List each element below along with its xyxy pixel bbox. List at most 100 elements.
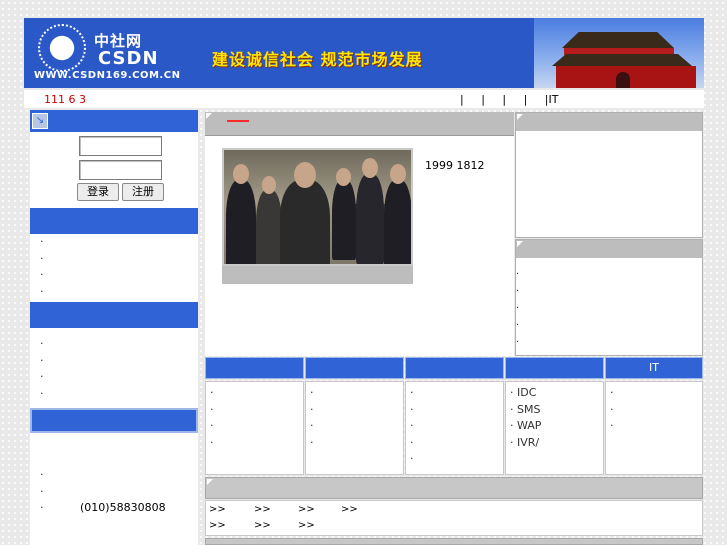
column-header-4[interactable] <box>505 357 604 379</box>
list-item[interactable]: · <box>406 435 503 452</box>
list-item-sms[interactable]: · SMS <box>506 402 603 419</box>
logo-english-text: CSDN <box>98 48 159 69</box>
bottom-links-panel: >> >> >> >> >> >> >> <box>205 500 703 536</box>
list-item[interactable]: · <box>206 402 303 419</box>
photo-person <box>384 180 411 264</box>
list-item[interactable]: · <box>306 435 403 452</box>
list-item[interactable]: · <box>40 353 44 370</box>
more-link[interactable]: >> <box>341 504 358 515</box>
photo-head <box>362 158 378 178</box>
header-banner: 中社网 CSDN WWW.CSDN169.COM.CN 建设诚信社会 规范市场发… <box>24 18 704 88</box>
more-link[interactable]: >> <box>298 520 315 531</box>
list-item[interactable]: · <box>606 402 702 419</box>
list-item[interactable]: · <box>516 300 519 317</box>
sidebar-list-3: · · · <box>40 467 44 517</box>
feature-text: 1999 1812 <box>425 159 485 172</box>
list-item-wap[interactable]: · WAP <box>506 418 603 435</box>
list-item[interactable]: · <box>406 451 503 468</box>
photo-person <box>256 190 282 264</box>
contact-phone: (010)58830808 <box>80 501 166 514</box>
more-link[interactable]: >> <box>254 520 271 531</box>
list-item[interactable]: · <box>306 402 403 419</box>
more-link[interactable]: >> <box>209 520 226 531</box>
column-body-3: · · · · · <box>405 381 504 475</box>
sidebar-list-2: · · · · <box>40 336 44 402</box>
more-link[interactable]: >> <box>298 504 315 515</box>
list-item[interactable]: · <box>606 385 702 402</box>
roof-lower <box>552 54 692 66</box>
gate <box>616 72 630 88</box>
list-item: · <box>40 501 44 514</box>
photo-person <box>280 180 330 264</box>
site-logo[interactable]: 中社网 CSDN WWW.CSDN169.COM.CN <box>24 18 180 88</box>
list-item[interactable]: · <box>406 418 503 435</box>
list-item[interactable]: · <box>516 283 519 300</box>
column-header-2[interactable] <box>305 357 404 379</box>
list-item[interactable]: · <box>40 234 44 251</box>
sidebar-section-header-3 <box>30 408 198 433</box>
login-button[interactable]: 登录 <box>77 183 119 201</box>
list-item[interactable]: · <box>516 334 519 351</box>
list-item[interactable]: · <box>40 251 44 268</box>
list-item[interactable]: · <box>206 435 303 452</box>
feature-photo[interactable] <box>222 148 413 266</box>
right-panel-1 <box>515 112 703 238</box>
photo-person <box>226 180 256 264</box>
photo-head <box>233 164 249 184</box>
photo-head <box>294 162 316 188</box>
category-columns: IT · · · · · · · · · · · · · · IDC · SMS… <box>205 357 703 475</box>
login-header: ↘ <box>30 110 198 132</box>
bottom-links-header <box>205 477 703 499</box>
list-item-idc[interactable]: · IDC <box>506 385 603 402</box>
more-link[interactable]: >> <box>209 504 226 515</box>
left-sidebar: ↘ 登录 注册 · · · · · · · · · · · (010)58830… <box>30 110 198 545</box>
password-input[interactable] <box>79 160 162 180</box>
list-item[interactable]: · <box>516 266 519 283</box>
column-header-3[interactable] <box>405 357 504 379</box>
column-header-5[interactable]: IT <box>605 357 703 379</box>
nav-bar: 111 6 3 | | | | |IT <box>24 90 704 108</box>
column-body-2: · · · · <box>305 381 404 475</box>
list-item[interactable]: · <box>40 369 44 386</box>
column-header-1[interactable] <box>205 357 304 379</box>
nav-right-links[interactable]: | | | | |IT <box>460 93 558 106</box>
list-item[interactable]: · <box>406 402 503 419</box>
list-item[interactable]: · <box>40 336 44 353</box>
feature-header <box>205 112 514 136</box>
username-input[interactable] <box>79 136 162 156</box>
list-item[interactable]: · <box>516 317 519 334</box>
list-item[interactable]: · <box>606 418 702 435</box>
list-item[interactable]: · <box>40 267 44 284</box>
register-button[interactable]: 注册 <box>122 183 164 201</box>
logo-url-text: WWW.CSDN169.COM.CN <box>34 70 181 81</box>
list-item[interactable]: · <box>306 418 403 435</box>
corner-decoration <box>206 113 212 119</box>
roof-upper <box>562 32 674 48</box>
feature-news-panel: 1999 1812 <box>205 112 514 356</box>
corner-decoration <box>517 241 523 247</box>
photo-head <box>262 176 276 194</box>
list-item[interactable]: · <box>40 484 44 501</box>
sidebar-list-1: · · · · <box>40 234 44 300</box>
more-link[interactable]: >> <box>254 504 271 515</box>
sidebar-section-header-1 <box>30 208 198 234</box>
corner-decoration <box>517 114 523 120</box>
arrow-icon: ↘ <box>32 113 48 129</box>
list-item[interactable]: · <box>40 386 44 403</box>
feature-title-link[interactable] <box>227 120 249 122</box>
corner-decoration <box>207 479 213 485</box>
list-item-ivr[interactable]: · IVR/ <box>506 435 603 452</box>
photo-person <box>356 174 384 264</box>
sidebar-section-header-2 <box>30 302 198 328</box>
list-item[interactable]: · <box>406 385 503 402</box>
globe-logo-icon <box>38 24 86 72</box>
photo-person <box>332 180 356 260</box>
list-item[interactable]: · <box>306 385 403 402</box>
list-item[interactable]: · <box>206 385 303 402</box>
list-item[interactable]: · <box>40 284 44 301</box>
nav-left-links[interactable]: 111 6 3 <box>44 93 86 106</box>
list-item[interactable]: · <box>40 467 44 484</box>
photo-head <box>390 164 406 184</box>
list-item[interactable]: · <box>206 418 303 435</box>
photo-caption-bar <box>222 266 413 284</box>
